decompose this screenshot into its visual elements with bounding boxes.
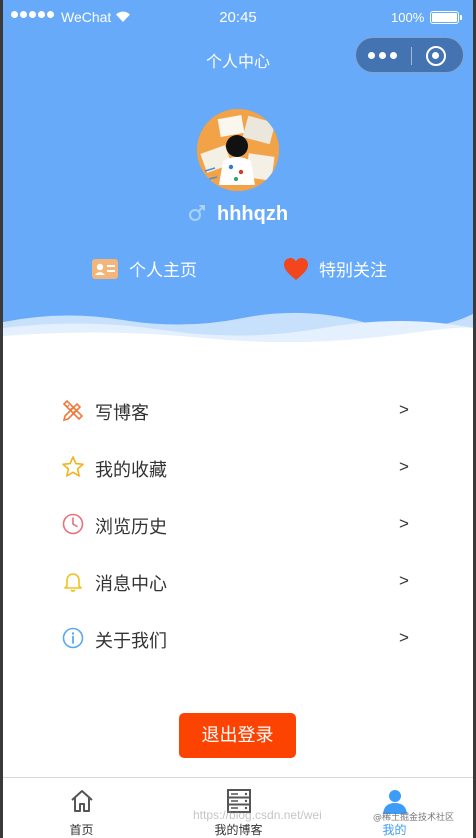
logout-button[interactable]: 退出登录	[179, 713, 296, 758]
clock-icon	[62, 513, 84, 535]
avatar-image	[197, 109, 279, 191]
chevron-right-icon: >	[399, 457, 409, 476]
more-icon[interactable]	[368, 52, 397, 59]
battery-percent: 100%	[391, 10, 425, 25]
watermark-url: https://blog.csdn.net/wei	[193, 808, 322, 822]
menu-label: 关于我们	[95, 631, 167, 652]
menu-label: 消息中心	[95, 574, 167, 595]
menu-item-about[interactable]: 关于我们 >	[3, 610, 473, 667]
chevron-right-icon: >	[399, 514, 409, 533]
info-icon	[62, 627, 84, 649]
watermark-badge: @稀土掘金技术社区	[373, 813, 455, 823]
menu-label: 写博客	[95, 403, 149, 424]
header-wave	[3, 312, 473, 345]
username: hhhqzh	[217, 203, 289, 225]
close-miniprogram-icon[interactable]	[426, 46, 446, 66]
avatar[interactable]	[197, 109, 279, 191]
bell-icon	[64, 573, 82, 592]
profile-header: WeChat 20:45 100% 个人中心 hhhqzh 个人主页 特别关注	[3, 0, 473, 345]
special-follow-link[interactable]: 特别关注	[283, 256, 387, 281]
special-follow-label: 特别关注	[319, 261, 387, 281]
pencil-ruler-icon	[62, 399, 84, 422]
tab-mine[interactable]: 我的	[316, 778, 473, 838]
home-icon	[70, 790, 93, 812]
battery-icon	[430, 11, 462, 24]
personal-homepage-link[interactable]: 个人主页	[91, 256, 197, 281]
tab-label: 首页	[69, 823, 94, 837]
menu-item-messages[interactable]: 消息中心 >	[3, 553, 473, 610]
menu-item-favorites[interactable]: 我的收藏 >	[3, 439, 473, 496]
menu-label: 我的收藏	[95, 460, 167, 481]
chevron-right-icon: >	[399, 628, 409, 647]
personal-homepage-label: 个人主页	[129, 261, 197, 281]
menu-label: 浏览历史	[95, 517, 167, 538]
profile-card-icon	[92, 258, 118, 279]
heart-icon	[284, 257, 308, 280]
star-icon	[62, 456, 84, 477]
capsule-divider	[411, 47, 412, 65]
tab-label: 我的	[382, 823, 407, 837]
tab-home[interactable]: 首页	[3, 778, 160, 838]
menu-item-write-blog[interactable]: 写博客 >	[3, 382, 473, 439]
tab-label: 我的博客	[214, 823, 263, 837]
phone-screen: WeChat 20:45 100% 个人中心 hhhqzh 个人主页 特别关注 …	[3, 0, 473, 838]
status-bar: WeChat 20:45 100%	[3, 0, 473, 36]
menu-item-history[interactable]: 浏览历史 >	[3, 496, 473, 553]
chevron-right-icon: >	[399, 571, 409, 590]
male-icon	[189, 205, 205, 221]
chevron-right-icon: >	[399, 400, 409, 419]
miniprogram-capsule	[355, 37, 464, 73]
